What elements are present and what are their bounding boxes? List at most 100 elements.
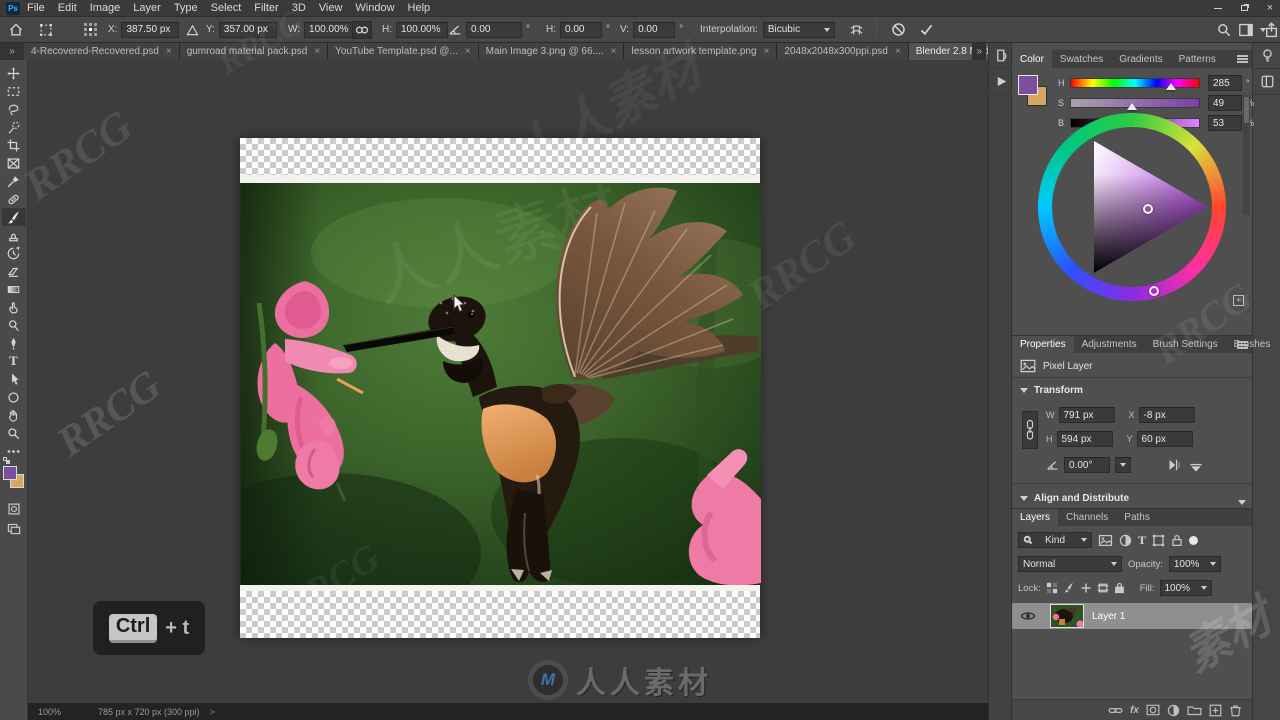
new-layer-icon[interactable]	[1209, 704, 1222, 717]
rotation-field[interactable]: 0.00	[466, 21, 522, 38]
menu-select[interactable]: Select	[211, 2, 242, 14]
x-position-field[interactable]: 387.50 px	[121, 21, 180, 38]
layer-effects-icon[interactable]: fx	[1130, 705, 1139, 716]
foreground-color-swatch[interactable]	[2, 466, 17, 480]
foreground-color-swatch[interactable]	[1018, 75, 1038, 95]
tab-close-icon[interactable]: ×	[895, 46, 901, 57]
hue-value-field[interactable]: 285	[1208, 75, 1242, 91]
link-layers-icon[interactable]	[1108, 705, 1123, 716]
document-tab[interactable]: lesson artwork template.png ×	[624, 43, 778, 60]
tab-swatches[interactable]: Swatches	[1052, 50, 1111, 68]
close-button[interactable]: ×	[1264, 2, 1276, 14]
angle-dropdown[interactable]	[1115, 457, 1131, 473]
lock-transparency-icon[interactable]	[1046, 582, 1058, 594]
dodge-tool[interactable]	[2, 316, 26, 334]
adjustment-layer-icon[interactable]	[1167, 704, 1180, 717]
relative-position-icon[interactable]	[186, 17, 199, 42]
libraries-panel-icon[interactable]	[1253, 69, 1280, 95]
fill-dropdown[interactable]: 100%	[1159, 580, 1212, 596]
saturation-value-field[interactable]: 49	[1208, 95, 1242, 111]
eraser-tool[interactable]	[2, 262, 26, 280]
blend-mode-dropdown[interactable]: Normal	[1018, 556, 1122, 572]
clone-stamp-tool[interactable]	[2, 226, 26, 244]
menu-edit[interactable]: Edit	[58, 2, 77, 14]
pen-tool[interactable]	[2, 334, 26, 352]
menu-layer[interactable]: Layer	[133, 2, 161, 14]
menu-filter[interactable]: Filter	[254, 2, 278, 14]
history-brush-tool[interactable]	[2, 244, 26, 262]
menu-view[interactable]: View	[319, 2, 343, 14]
document-view[interactable]: 人人素材	[181, 138, 801, 638]
opacity-dropdown[interactable]: 100%	[1168, 556, 1221, 572]
layer-visibility-eye-icon[interactable]	[1020, 610, 1036, 622]
menu-type[interactable]: Type	[174, 2, 198, 14]
restore-button[interactable]	[1238, 2, 1250, 14]
smudge-tool[interactable]	[2, 298, 26, 316]
filter-type-layers-icon[interactable]: T	[1138, 533, 1146, 548]
y-field[interactable]: 60 px	[1136, 431, 1193, 447]
width-scale-field[interactable]: 100.00%	[304, 21, 357, 38]
share-icon[interactable]	[1264, 17, 1279, 42]
hue-slider[interactable]	[1070, 78, 1200, 90]
canvas-area[interactable]: 人人素材 Ctrl + t M 人人素材 100% 785 px x 720 p…	[28, 60, 988, 720]
filter-toggle-icon[interactable]	[1189, 535, 1199, 545]
height-scale-field[interactable]: 100.00%	[396, 21, 448, 38]
reference-point-grid-icon[interactable]	[84, 17, 97, 42]
color-wheel[interactable]	[1038, 113, 1226, 301]
layer-name[interactable]: Layer 1	[1092, 611, 1125, 622]
tab-close-icon[interactable]: ×	[465, 46, 471, 57]
lasso-tool[interactable]	[2, 100, 26, 118]
tab-brush-settings[interactable]: Brush Settings	[1145, 336, 1226, 353]
tab-overflow-left[interactable]: »	[0, 43, 24, 60]
height-field[interactable]: 594 px	[1056, 431, 1113, 447]
screen-mode-icon[interactable]	[2, 520, 26, 538]
delete-layer-icon[interactable]	[1229, 704, 1242, 717]
filter-pixel-layers-icon[interactable]	[1098, 534, 1113, 547]
document-tab[interactable]: Main Image 3.png @ 66.... ×	[478, 43, 625, 60]
crop-tool[interactable]	[2, 136, 26, 154]
cancel-transform-button[interactable]	[890, 17, 907, 42]
move-tool[interactable]	[2, 64, 26, 82]
warp-mode-icon[interactable]	[848, 17, 865, 42]
tab-brushes[interactable]: Brushes	[1226, 336, 1279, 353]
menu-window[interactable]: Window	[355, 2, 394, 14]
frame-tool[interactable]	[2, 154, 26, 172]
filter-smart-objects-icon[interactable]	[1171, 534, 1183, 547]
flip-vertical-icon[interactable]	[1188, 458, 1204, 472]
tab-close-icon[interactable]: ×	[611, 46, 617, 57]
rotate-field[interactable]: 0.00°	[1064, 457, 1110, 473]
hue-selector-dot[interactable]	[1149, 286, 1159, 296]
zoom-tool[interactable]	[2, 424, 26, 442]
minimize-button[interactable]	[1212, 2, 1224, 14]
tab-paths[interactable]: Paths	[1116, 509, 1158, 526]
hand-tool[interactable]	[2, 406, 26, 424]
width-field[interactable]: 791 px	[1058, 407, 1115, 423]
path-selection-tool[interactable]	[2, 370, 26, 388]
saturation-brightness-triangle[interactable]	[1052, 127, 1212, 287]
menu-3d[interactable]: 3D	[292, 2, 306, 14]
default-colors-icon[interactable]	[2, 457, 10, 464]
document-tab[interactable]: 4-Recovered-Recovered.psd ×	[24, 43, 180, 60]
commit-transform-button[interactable]	[918, 17, 935, 42]
brush-tool[interactable]	[1, 208, 26, 226]
status-chevron-icon[interactable]: >	[210, 707, 215, 717]
link-dimensions-button[interactable]	[1022, 411, 1038, 449]
actions-panel-icon[interactable]	[989, 69, 1013, 95]
color-wheel-expand-icon[interactable]: +	[1233, 295, 1244, 306]
maintain-aspect-ratio-button[interactable]	[352, 20, 372, 39]
quick-selection-tool[interactable]	[2, 118, 26, 136]
triangle-selector-dot[interactable]	[1143, 204, 1153, 214]
saturation-slider[interactable]	[1070, 98, 1200, 110]
learn-panel-icon[interactable]	[1253, 43, 1280, 69]
rectangular-marquee-tool[interactable]	[2, 82, 26, 100]
transform-section-header[interactable]: Transform	[1020, 385, 1083, 396]
menu-image[interactable]: Image	[90, 2, 121, 14]
interpolation-dropdown[interactable]: Bicubic	[762, 21, 835, 38]
gradient-tool[interactable]	[2, 280, 26, 298]
filter-kind-dropdown[interactable]: Kind	[1018, 532, 1092, 548]
home-icon[interactable]	[8, 17, 24, 42]
tab-overflow-right[interactable]: »	[972, 43, 986, 60]
x-field[interactable]: -8 px	[1138, 407, 1195, 423]
tab-layers[interactable]: Layers	[1012, 509, 1059, 526]
document-tab[interactable]: gumroad material pack.psd ×	[179, 43, 329, 60]
